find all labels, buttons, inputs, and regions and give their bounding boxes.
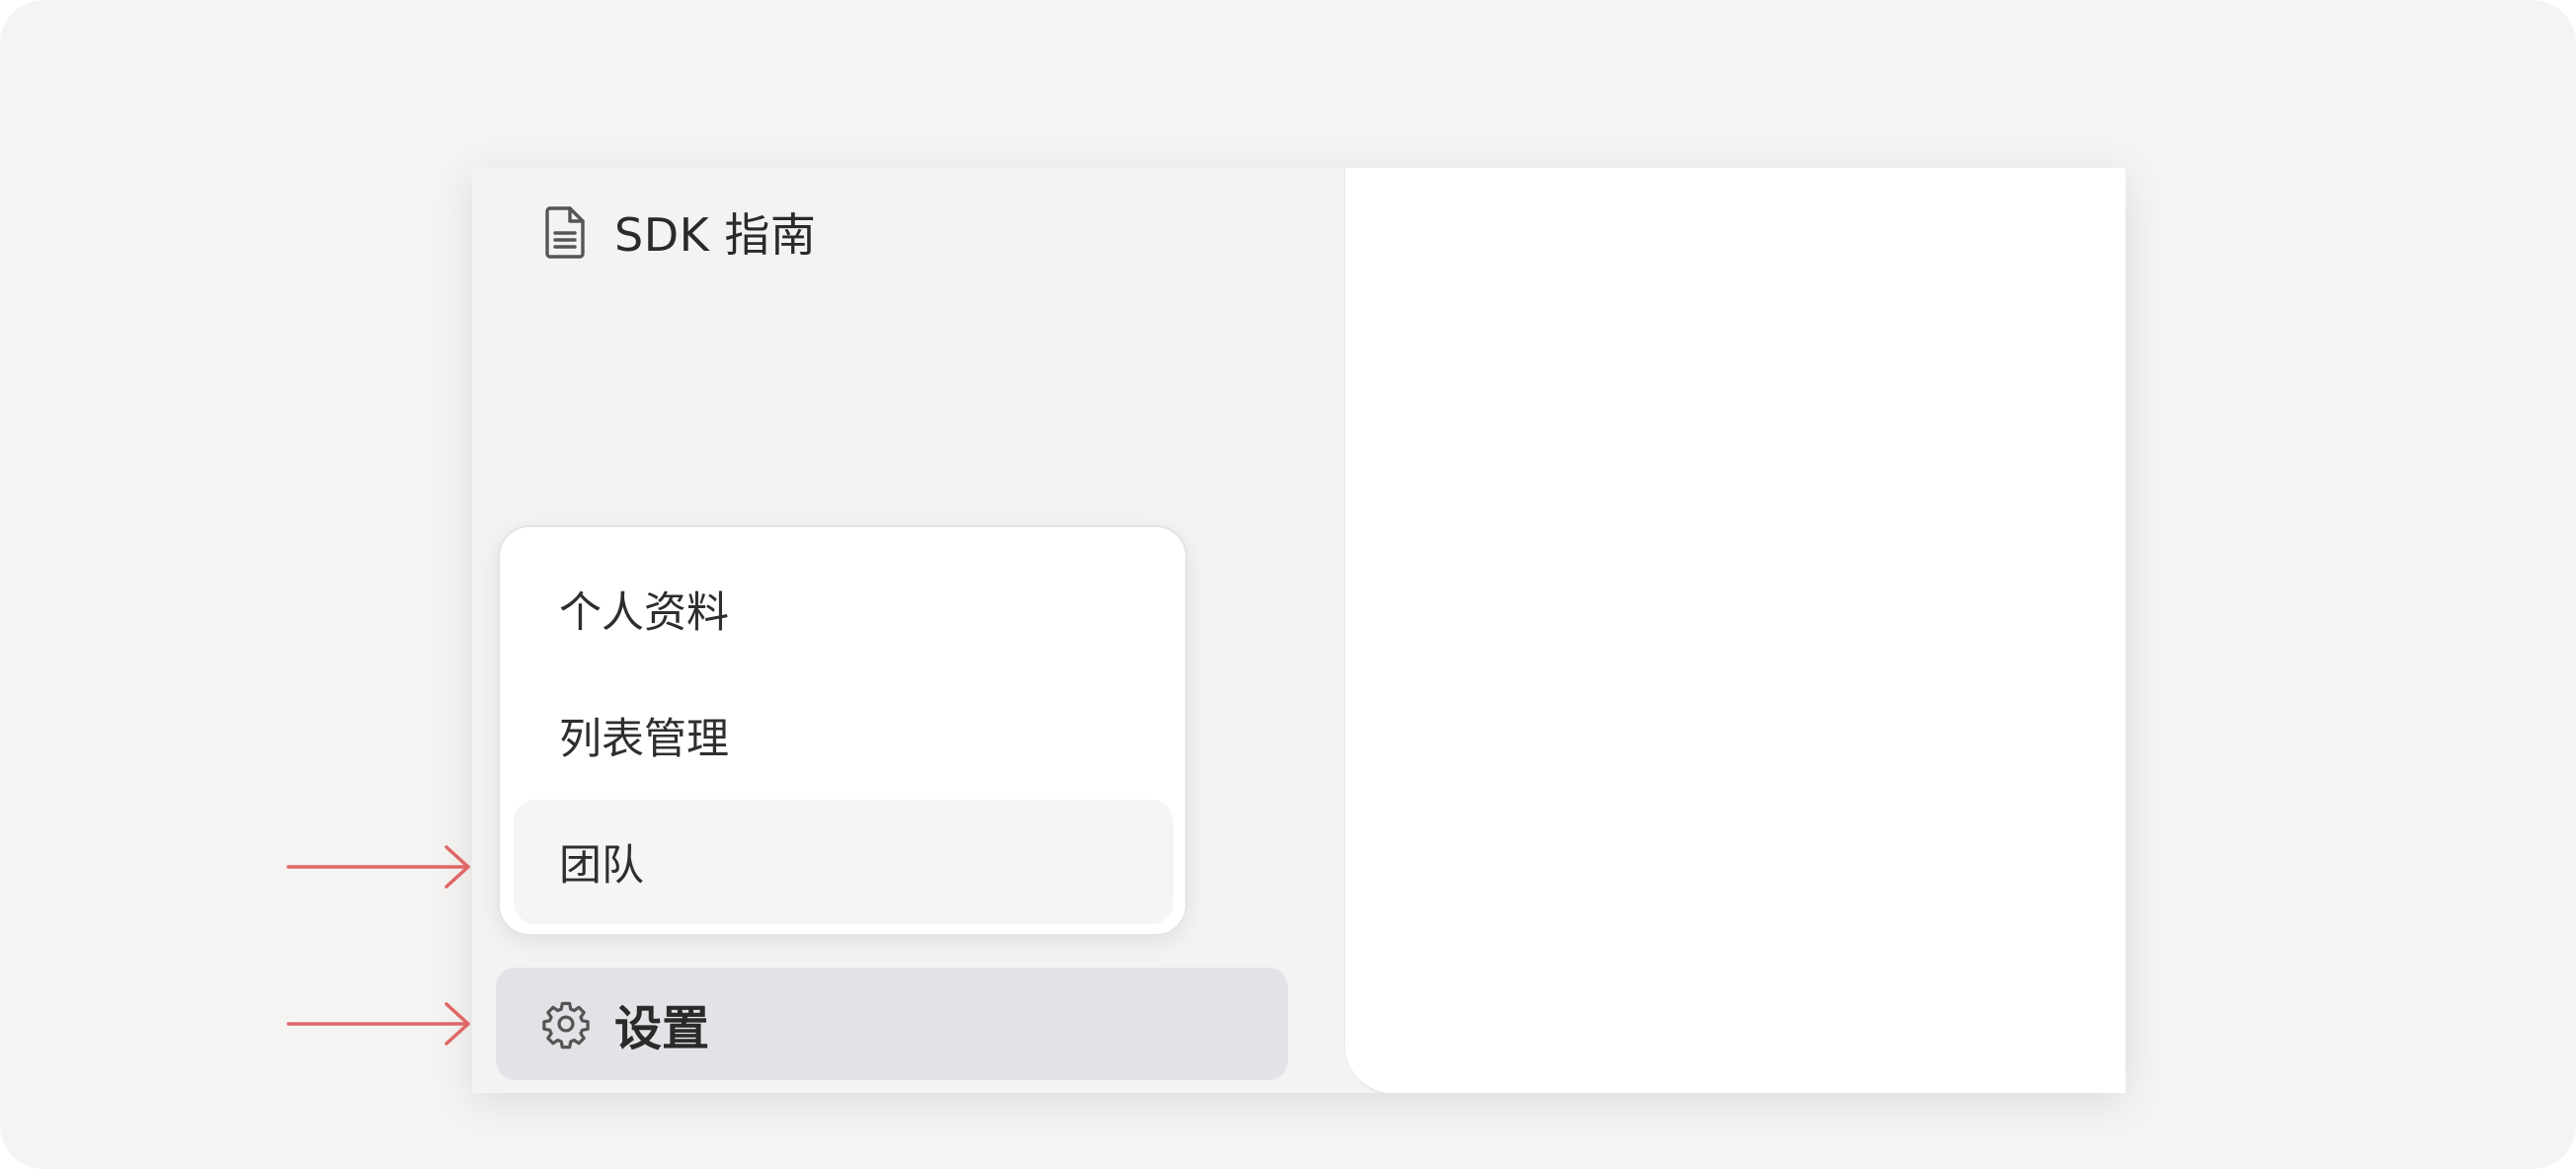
gear-icon <box>539 997 593 1051</box>
menu-item-team[interactable]: 团队 <box>514 800 1173 924</box>
sidebar-item-label: SDK 指南 <box>614 208 817 262</box>
menu-item-label: 个人资料 <box>559 588 729 638</box>
app-window: SDK 指南 个人资料 列表管理 团队 设置 <box>472 168 2126 1093</box>
annotation-arrow-settings <box>286 1002 470 1046</box>
annotation-arrow-team <box>286 845 470 889</box>
sidebar-item-sdk-guide[interactable]: SDK 指南 <box>541 197 816 267</box>
menu-item-profile[interactable]: 个人资料 <box>514 547 1173 671</box>
menu-item-label: 团队 <box>559 841 644 891</box>
content-panel <box>1345 168 2126 1093</box>
settings-menu-popup: 个人资料 列表管理 团队 <box>498 525 1187 936</box>
menu-item-list-management[interactable]: 列表管理 <box>514 673 1173 798</box>
document-icon <box>541 203 589 261</box>
canvas-background: SDK 指南 个人资料 列表管理 团队 设置 <box>0 0 2576 1169</box>
menu-item-label: 列表管理 <box>559 715 729 764</box>
sidebar-item-label: 设置 <box>614 1001 710 1056</box>
sidebar-item-settings[interactable]: 设置 <box>496 968 1288 1080</box>
sidebar: SDK 指南 个人资料 列表管理 团队 设置 <box>472 168 1345 1093</box>
